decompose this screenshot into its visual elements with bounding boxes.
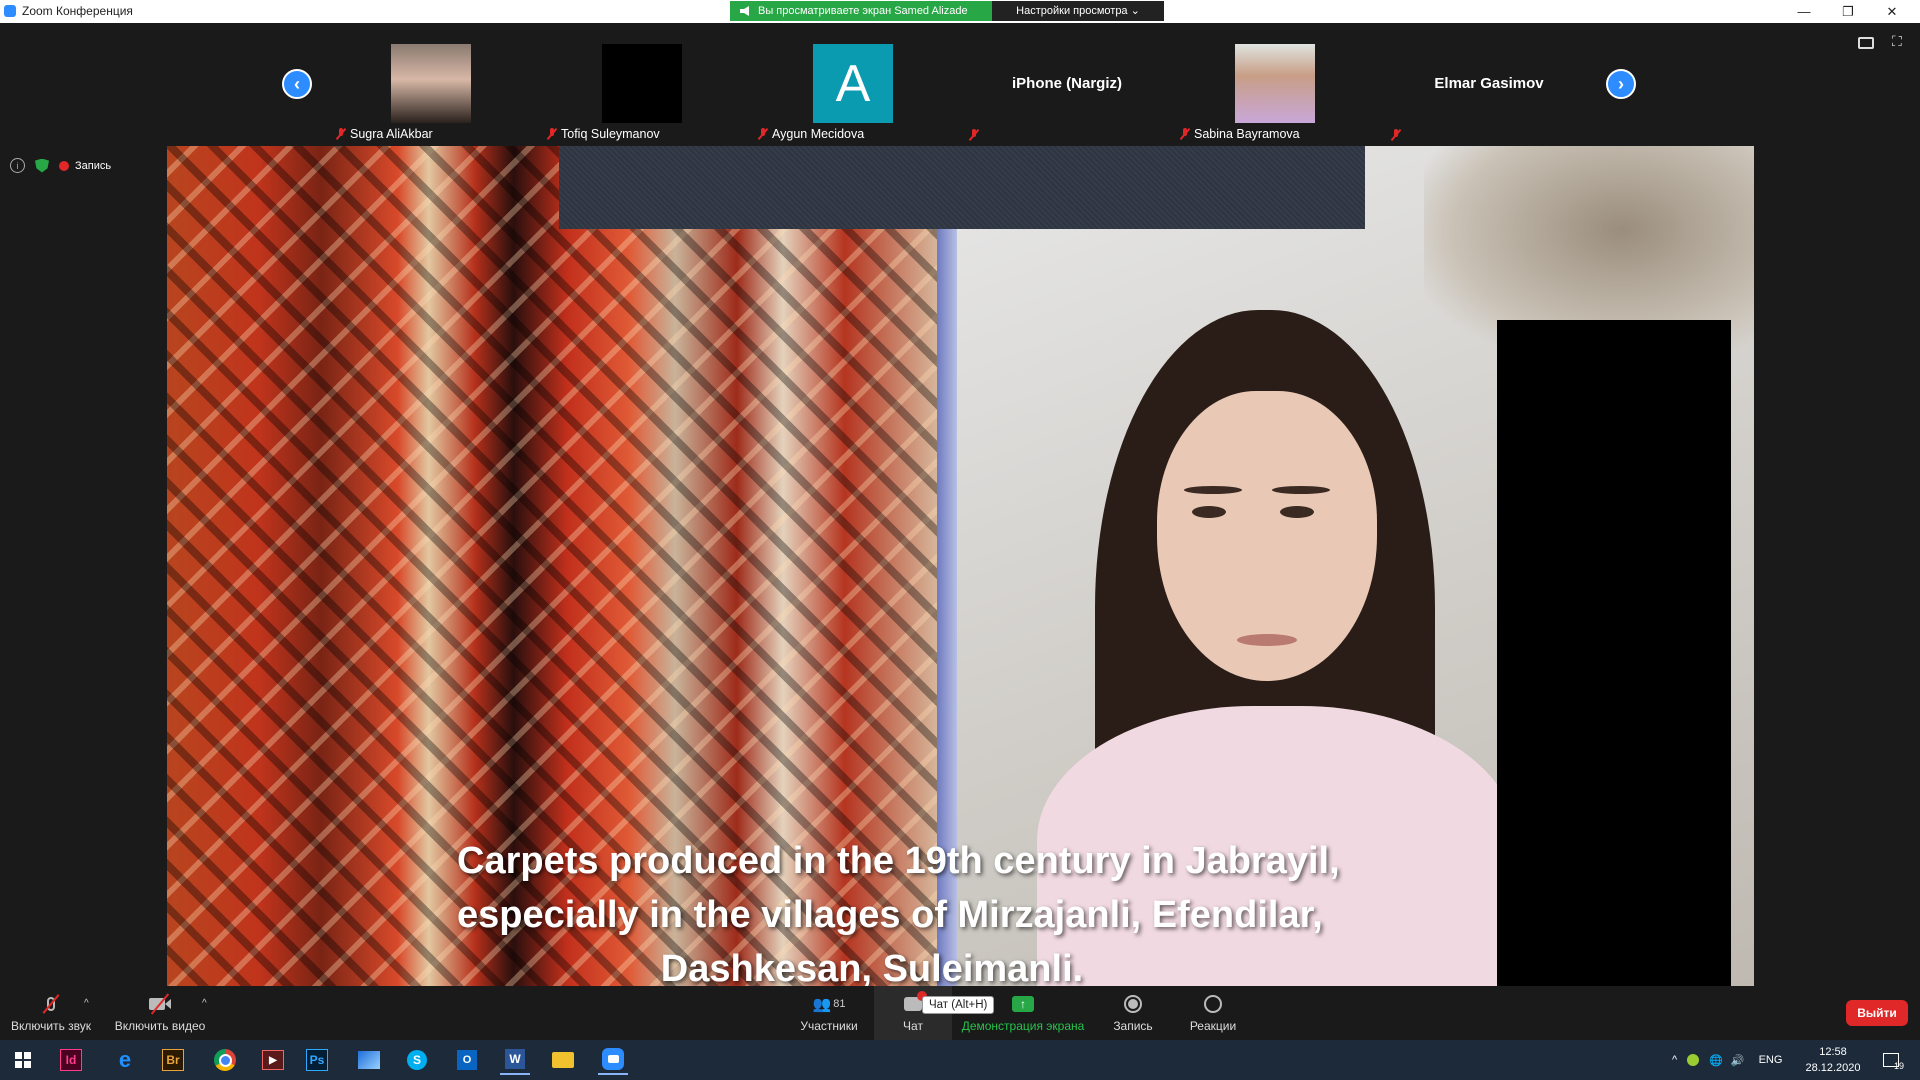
close-button[interactable]: ✕	[1870, 0, 1914, 23]
start-button[interactable]	[8, 1045, 38, 1075]
participant-tile[interactable]: Sabina Bayramova	[1174, 35, 1382, 145]
audio-options-caret[interactable]: ^	[84, 998, 89, 1009]
unmute-button[interactable]: Включить звук	[8, 986, 94, 1040]
participant-video	[1235, 44, 1315, 123]
participants-count: 81	[833, 998, 846, 1010]
reactions-button[interactable]: Реакции	[1180, 986, 1246, 1040]
edge-icon[interactable]: e	[110, 1045, 140, 1075]
participant-label: Elmar Gasimov	[1434, 75, 1544, 92]
video-options-caret[interactable]: ^	[202, 998, 207, 1009]
windows-taskbar: Id e Br ▶ Ps S O W ^ 🌐 🔊 ENG 12:58 28.12…	[0, 1040, 1920, 1080]
mic-muted-icon	[1391, 129, 1401, 141]
zoom-app-icon	[4, 5, 16, 17]
participants-icon: 👥 81	[812, 996, 846, 1013]
screen-overlay	[559, 146, 1365, 229]
window-title: Zoom Конференция	[22, 4, 133, 18]
tray-expand-icon[interactable]: ^	[1672, 1054, 1677, 1066]
share-banner: Вы просматриваете экран Samed Alizade На…	[730, 1, 1164, 21]
photos-icon[interactable]	[354, 1045, 384, 1075]
mic-muted-icon	[758, 128, 768, 140]
system-clock[interactable]: 12:58 28.12.2020	[1800, 1044, 1866, 1076]
record-icon	[1121, 993, 1145, 1015]
restore-button[interactable]: ❐	[1826, 0, 1870, 23]
share-status: Вы просматриваете экран Samed Alizade	[730, 1, 992, 21]
volume-icon[interactable]: 🔊	[1731, 1054, 1745, 1067]
app-tray-icon[interactable]	[1687, 1054, 1700, 1066]
participant-tile[interactable]: Elmar Gasimov	[1385, 35, 1593, 145]
participant-name: Sugra AliAkbar	[350, 127, 433, 141]
minimize-button[interactable]: —	[1782, 0, 1826, 23]
smiley-icon	[1201, 993, 1225, 1015]
participant-label: iPhone (Nargiz)	[1011, 75, 1122, 92]
shared-screen: Carpets produced in the 19th century in …	[167, 146, 1754, 986]
record-button[interactable]: Запись	[1100, 986, 1166, 1040]
skype-icon[interactable]: S	[402, 1045, 432, 1075]
participant-tile[interactable]: A Aygun Mecidova	[752, 35, 960, 145]
notification-count: 19	[1893, 1061, 1904, 1071]
file-explorer-icon[interactable]	[548, 1045, 578, 1075]
participant-video	[391, 44, 471, 123]
share-screen-icon: ↑	[1011, 993, 1035, 1015]
participant-name: Tofiq Suleymanov	[561, 127, 660, 141]
participant-tile[interactable]: Tofiq Suleymanov	[541, 35, 749, 145]
participant-name: Aygun Mecidova	[772, 127, 865, 141]
indesign-icon[interactable]: Id	[60, 1049, 82, 1071]
outlook-icon[interactable]: O	[452, 1045, 482, 1075]
media-player-icon[interactable]: ▶	[258, 1045, 288, 1075]
start-video-button[interactable]: Включить видео	[112, 986, 208, 1040]
photoshop-icon[interactable]: Ps	[306, 1049, 328, 1071]
participant-tile[interactable]: Sugra AliAkbar	[330, 35, 538, 145]
fullscreen-icon[interactable]: ⛶	[1892, 33, 1908, 49]
mic-off-icon	[39, 993, 63, 1015]
chevron-left-icon: ‹	[294, 73, 300, 94]
word-icon[interactable]: W	[500, 1045, 530, 1075]
chat-tooltip: Чат (Alt+H)	[922, 996, 995, 1014]
participant-avatar: A	[813, 44, 893, 123]
video-caption: Carpets produced in the 19th century in …	[457, 840, 1340, 986]
mic-muted-icon	[336, 128, 346, 140]
language-indicator[interactable]: ENG	[1759, 1054, 1783, 1066]
system-tray: ^ 🌐 🔊 ENG	[1672, 1040, 1782, 1080]
participant-tile[interactable]: iPhone (Nargiz)	[963, 35, 1171, 145]
info-icon[interactable]: i	[10, 158, 25, 173]
view-mode-icon[interactable]	[1858, 37, 1874, 49]
view-options-button[interactable]: Настройки просмотра ⌄	[992, 1, 1164, 21]
title-bar: Zoom Конференция Вы просматриваете экран…	[0, 0, 1920, 23]
bridge-icon[interactable]: Br	[162, 1049, 184, 1071]
network-icon[interactable]: 🌐	[1709, 1054, 1723, 1067]
black-panel	[1497, 320, 1731, 986]
zoom-taskbar-icon[interactable]	[598, 1045, 628, 1075]
participants-button[interactable]: 👥 81 Участники	[792, 986, 866, 1040]
video-off-icon	[148, 993, 172, 1015]
chrome-icon[interactable]	[210, 1045, 240, 1075]
prev-page-button[interactable]: ‹	[282, 69, 312, 99]
chevron-right-icon: ›	[1618, 73, 1624, 94]
recording-label: Запись	[75, 159, 112, 172]
mic-muted-icon	[1180, 128, 1190, 140]
next-page-button[interactable]: ›	[1606, 69, 1636, 99]
recording-dot-icon	[59, 160, 69, 171]
mic-muted-icon	[547, 128, 557, 140]
notification-center-icon[interactable]: 19	[1876, 1045, 1906, 1075]
participant-video	[602, 44, 682, 123]
mic-muted-icon	[969, 129, 979, 141]
meeting-status: i Запись	[10, 158, 111, 173]
encryption-shield-icon[interactable]	[35, 158, 49, 173]
leave-button[interactable]: Выйти	[1846, 1000, 1908, 1026]
participant-name: Sabina Bayramova	[1194, 127, 1300, 141]
share-status-text: Вы просматриваете экран Samed Alizade	[758, 5, 968, 17]
speaker-icon	[740, 6, 749, 16]
